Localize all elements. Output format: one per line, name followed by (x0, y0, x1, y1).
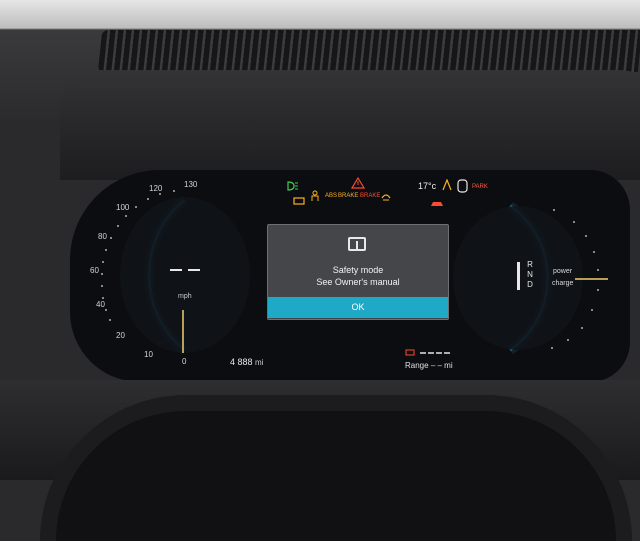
odometer-unit: mi (255, 358, 264, 367)
odometer: 4 888 mi (230, 357, 264, 367)
battery-low-icon (405, 349, 415, 356)
headlight-indicator-icon (285, 178, 299, 191)
range-label: Range (405, 361, 429, 370)
hazard-warning-icon (350, 176, 366, 189)
speed-dash-1 (170, 269, 182, 271)
instrument-hood (60, 70, 640, 180)
park-brake-indicator: PARK (472, 184, 488, 190)
manual-book-icon (348, 237, 366, 251)
speed-label-100: 100 (116, 203, 130, 212)
gear-selector: R N D (525, 260, 535, 290)
gear-r: R (527, 260, 533, 269)
speed-label-20: 20 (116, 331, 125, 340)
abs-warning: ABS (325, 193, 338, 199)
range-readout: Range – – mi (405, 361, 453, 370)
dialog-message: See Owner's manual (316, 277, 400, 287)
speed-label-130: 130 (184, 180, 198, 189)
range-value: – – (430, 361, 442, 370)
range-unit: mi (444, 361, 453, 370)
speed-dash-2 (188, 269, 200, 271)
safety-mode-dialog: Safety mode See Owner's manual OK (267, 224, 449, 320)
gear-n: N (527, 270, 533, 279)
steering-wheel-rim (40, 395, 632, 541)
dialog-title: Safety mode (332, 265, 384, 275)
ok-button[interactable]: OK (268, 297, 448, 318)
speed-label-40: 40 (96, 300, 105, 309)
gear-bar (517, 262, 520, 290)
speed-label-60: 60 (90, 266, 99, 275)
brake-warning-amber: BRAKE (338, 193, 359, 199)
stability-control-icon (380, 189, 392, 201)
range-bar (420, 352, 450, 354)
speed-label-80: 80 (98, 232, 107, 241)
power-label: power (553, 268, 573, 275)
engine-check-icon (292, 192, 306, 205)
brake-warning-red: BRAKE (360, 193, 381, 199)
speed-label-0: 0 (182, 357, 187, 366)
odometer-value: 4 888 (230, 357, 253, 367)
car-alert-icon (430, 195, 444, 206)
outside-temperature: 17°c (418, 181, 437, 191)
door-open-icon (457, 179, 468, 193)
speed-unit: mph (178, 293, 192, 300)
speed-label-120: 120 (149, 184, 163, 193)
traction-off-icon (440, 178, 454, 191)
gear-d: D (527, 280, 533, 289)
air-vent-grille (97, 30, 640, 72)
charge-label: charge (552, 280, 574, 287)
speed-label-10: 10 (144, 350, 153, 359)
seatbelt-icon (310, 189, 320, 201)
